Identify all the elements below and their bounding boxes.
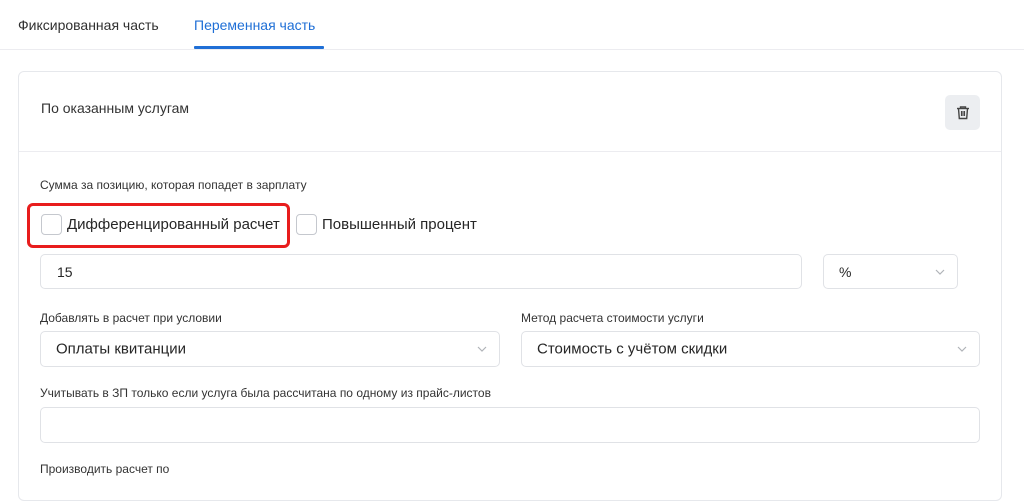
pricelist-label: Учитывать в ЗП только если услуга была р… [40, 386, 491, 400]
unit-value: % [839, 263, 852, 280]
differentiated-label[interactable]: Дифференцированный расчет [67, 216, 280, 233]
tab-bar: Фиксированная часть Переменная часть [0, 0, 1024, 50]
card-header: По оказанным услугам [19, 72, 1001, 152]
increased-percent-label[interactable]: Повышенный процент [322, 216, 477, 233]
pricelist-input[interactable] [40, 407, 980, 443]
active-tab-indicator [194, 46, 324, 49]
tab-variable-part[interactable]: Переменная часть [194, 17, 315, 33]
differentiated-checkbox[interactable] [41, 214, 62, 235]
trash-icon [956, 106, 969, 120]
sum-label: Сумма за позицию, которая попадет в зарп… [40, 178, 307, 192]
method-select[interactable]: Стоимость с учётом скидки [521, 331, 980, 367]
method-value: Стоимость с учётом скидки [537, 340, 728, 358]
amount-input[interactable]: 15 [40, 254, 802, 289]
increased-percent-checkbox[interactable] [296, 214, 317, 235]
chevron-down-icon [935, 269, 945, 275]
tab-fixed-part[interactable]: Фиксированная часть [18, 17, 159, 33]
chevron-down-icon [957, 346, 967, 352]
condition-select[interactable]: Оплаты квитанции [40, 331, 500, 367]
condition-label: Добавлять в расчет при условии [40, 311, 222, 325]
delete-button[interactable] [945, 95, 980, 130]
amount-value: 15 [57, 263, 73, 280]
chevron-down-icon [477, 346, 487, 352]
unit-select[interactable]: % [823, 254, 958, 289]
condition-value: Оплаты квитанции [56, 340, 186, 358]
card-title: По оказанным услугам [41, 100, 190, 116]
method-label: Метод расчета стоимости услуги [521, 311, 704, 325]
calc-by-label: Производить расчет по [40, 462, 170, 476]
